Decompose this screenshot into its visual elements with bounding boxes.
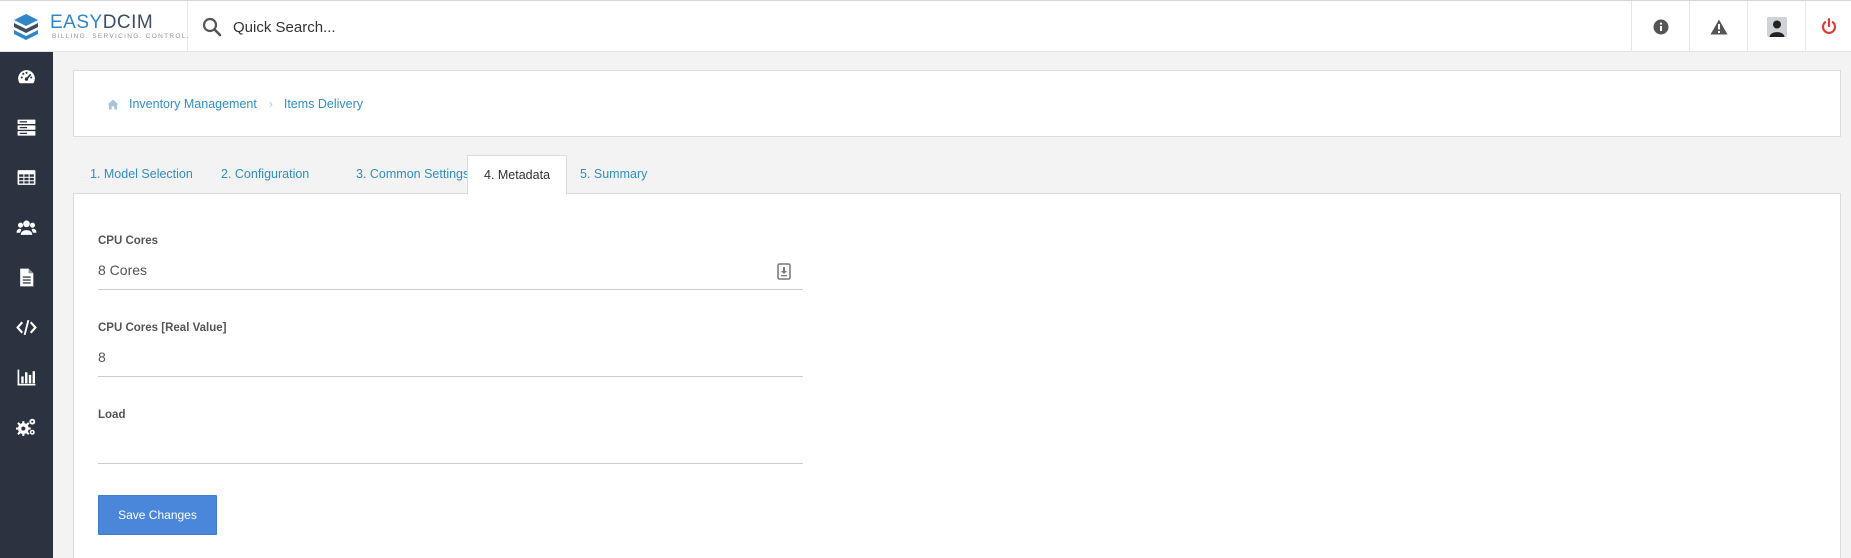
load-field[interactable] xyxy=(98,430,803,464)
breadcrumb-panel: Inventory Management › Items Delivery xyxy=(73,70,1841,137)
cpu-cores-select[interactable]: 8 Cores xyxy=(98,256,803,290)
top-bar: EASYDCIM BILLING. SERVICING. CONTROL. xyxy=(0,0,1851,52)
sidebar-item-dashboard[interactable] xyxy=(0,57,53,97)
logo-mark-icon xyxy=(14,14,38,40)
tab-metadata[interactable]: 4. Metadata xyxy=(467,155,568,195)
brand-name-right: DCIM xyxy=(102,12,154,33)
select-picker-icon[interactable] xyxy=(777,263,791,280)
info-button[interactable] xyxy=(1631,1,1689,52)
warning-icon xyxy=(1710,19,1727,34)
brand-name-left: EASY xyxy=(50,12,103,33)
power-icon xyxy=(1821,18,1836,34)
save-changes-button[interactable]: Save Changes xyxy=(98,495,217,535)
sidebar-item-table[interactable] xyxy=(0,157,53,197)
document-icon xyxy=(20,268,34,286)
breadcrumb-items-delivery[interactable]: Items Delivery xyxy=(284,97,363,111)
search-input[interactable] xyxy=(233,14,833,40)
sidebar-item-servers[interactable] xyxy=(0,107,53,147)
brand-name: EASYDCIM xyxy=(50,12,153,34)
dashboard-icon xyxy=(18,69,35,83)
bar-chart-icon xyxy=(17,369,36,385)
user-menu-button[interactable] xyxy=(1747,1,1805,52)
sidebar xyxy=(0,52,53,558)
tab-configuration[interactable]: 2. Configuration xyxy=(205,155,325,195)
sidebar-item-code[interactable] xyxy=(0,307,53,347)
breadcrumb-inventory-management[interactable]: Inventory Management xyxy=(129,97,257,111)
servers-icon xyxy=(17,119,36,136)
code-icon xyxy=(16,319,37,335)
search-icon xyxy=(202,17,222,37)
cpu-cores-real-value-field[interactable]: 8 xyxy=(98,343,803,377)
cpu-cores-real-value-label: CPU Cores [Real Value] xyxy=(98,322,227,334)
sidebar-item-settings[interactable] xyxy=(0,407,53,447)
breadcrumb: Inventory Management › Items Delivery xyxy=(107,97,363,111)
tab-summary[interactable]: 5. Summary xyxy=(564,155,663,195)
settings-cogs-icon xyxy=(16,418,36,436)
tab-common-settings[interactable]: 3. Common Settings xyxy=(340,155,485,195)
alerts-button[interactable] xyxy=(1689,1,1747,52)
breadcrumb-separator-icon: › xyxy=(268,97,273,111)
load-label: Load xyxy=(98,409,126,421)
sidebar-item-users[interactable] xyxy=(0,207,53,247)
cpu-cores-label: CPU Cores xyxy=(98,235,159,247)
cpu-cores-real-value: 8 xyxy=(98,349,106,365)
brand-logo[interactable]: EASYDCIM BILLING. SERVICING. CONTROL. xyxy=(0,1,188,52)
logout-button[interactable] xyxy=(1805,1,1851,52)
sidebar-item-documents[interactable] xyxy=(0,257,53,297)
users-icon xyxy=(16,219,37,235)
sidebar-item-reports[interactable] xyxy=(0,357,53,397)
info-icon xyxy=(1653,19,1668,34)
cpu-cores-value: 8 Cores xyxy=(98,262,148,278)
tab-model-selection[interactable]: 1. Model Selection xyxy=(74,155,209,195)
user-avatar-icon xyxy=(1766,16,1787,37)
quick-search xyxy=(189,1,1629,52)
home-icon[interactable] xyxy=(107,99,119,110)
table-icon xyxy=(17,169,36,185)
metadata-form: CPU Cores 8 Cores CPU Cores [Real Value]… xyxy=(73,193,1841,558)
brand-tagline: BILLING. SERVICING. CONTROL. xyxy=(52,33,190,40)
